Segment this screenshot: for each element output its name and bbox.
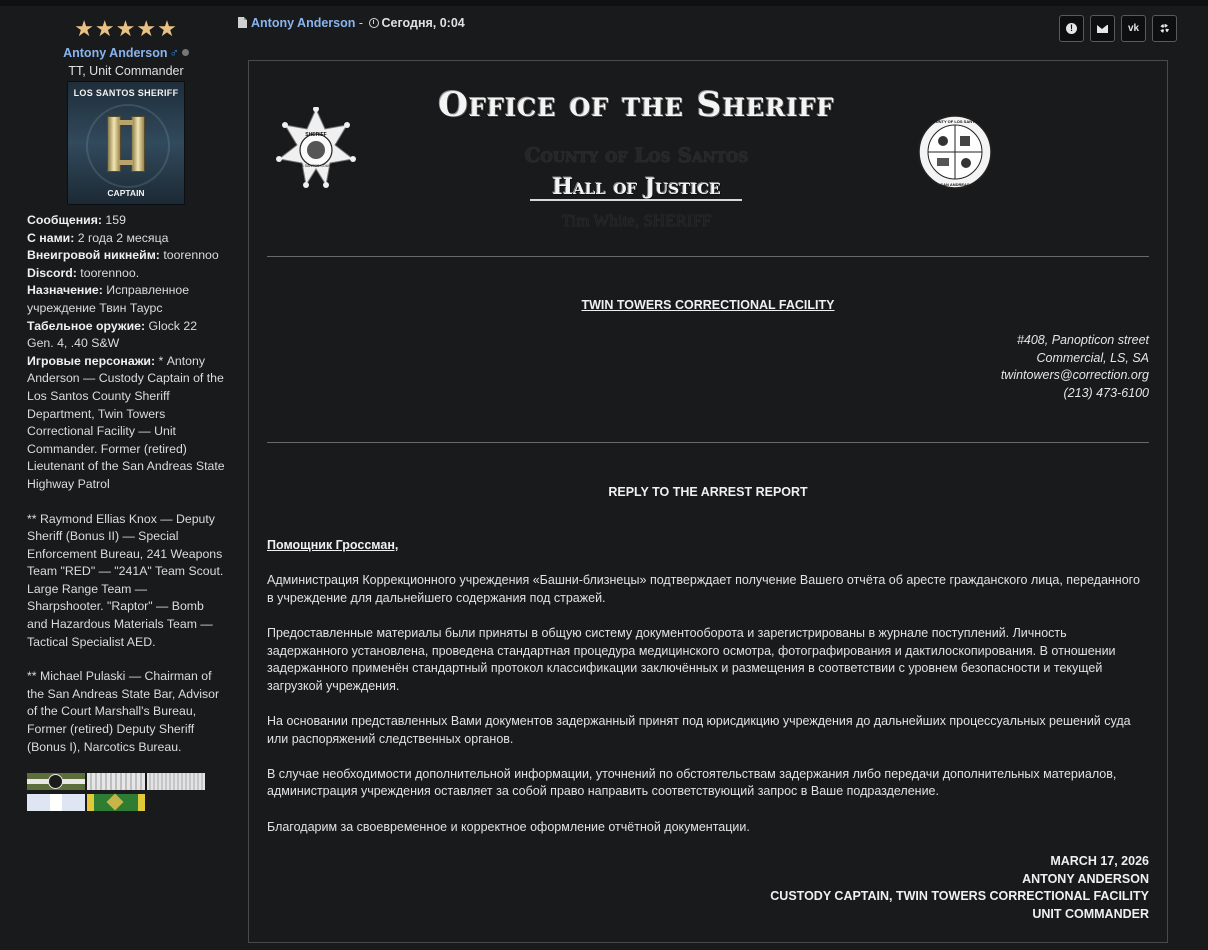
report-icon: ! — [1066, 23, 1077, 34]
stat-label: Назначение: — [27, 283, 103, 298]
report-button[interactable]: ! — [1059, 15, 1084, 42]
address-phone: (213) 473-6100 — [1063, 385, 1149, 400]
address-email: twintowers@correction.org — [1000, 368, 1149, 383]
sheriff-star-icon: SHERIFF LOS SANTOS COUNTY — [276, 107, 356, 188]
reputation-stars: ★★★★★ — [74, 16, 178, 41]
facility-address: #408, Panopticon street Commercial, LS, … — [1001, 332, 1149, 402]
gear-icon — [1160, 24, 1169, 33]
document-frame: SHERIFF LOS SANTOS COUNTY Office of the … — [248, 60, 1168, 943]
stat-label: С нами: — [27, 230, 75, 245]
letter-paragraph: Администрация Коррекционного учреждения … — [267, 573, 1140, 605]
reply-title: REPLY TO THE ARREST REPORT — [608, 485, 808, 499]
post-author-link[interactable]: Antony Anderson — [251, 16, 355, 30]
online-status-icon — [181, 49, 189, 56]
letter-paragraph: В случае необходимости дополнительной ин… — [267, 766, 1117, 799]
seal-top-text: COUNTY OF LOS SANTOS — [930, 119, 981, 124]
stat-row: Сообщения: 159 — [27, 212, 227, 230]
award-ribbons — [27, 773, 234, 813]
facility-name: TWIN TOWERS CORRECTIONAL FACILITY — [581, 298, 835, 312]
ribbon-icon[interactable] — [87, 794, 145, 812]
ribbon-icon[interactable] — [87, 773, 145, 791]
signature-position: CUSTODY CAPTAIN, TWIN TOWERS CORRECTIONA… — [770, 889, 1149, 904]
letterhead-county: County of Los Santos — [524, 143, 749, 167]
stat-value: toorennoo. — [76, 265, 140, 280]
stat-label: Discord: — [27, 265, 77, 280]
stat-row: Игровые персонажи: * Antony Anderson — C… — [27, 353, 227, 494]
stat-label: Табельное оружие: — [27, 318, 146, 333]
letterhead-sheriff: Tim White, SHERIFF — [561, 211, 712, 230]
ribbon-icon[interactable] — [27, 773, 85, 791]
post-separator: - — [355, 16, 367, 30]
letter-paragraph: Предоставленные материалы были приняты в… — [267, 625, 1116, 693]
divider — [267, 442, 1149, 443]
signature-name: ANTONY ANDERSON — [1022, 871, 1149, 886]
post-actions: ! vk — [1059, 15, 1177, 42]
ribbon-icon[interactable] — [27, 794, 85, 812]
stat-row: Назначение: Исправленное учреждение Твин… — [27, 282, 227, 317]
address-line: #408, Panopticon street — [1016, 333, 1149, 347]
ribbon-row — [27, 773, 234, 792]
ribbon-row — [27, 794, 234, 813]
letterhead: SHERIFF LOS SANTOS COUNTY Office of the … — [249, 61, 1167, 251]
user-sidebar: ★★★★★ Antony Anderson ♂ TT, Unit Commande… — [18, 18, 234, 815]
letter-signature: MARCH 17, 2026 ANTONY ANDERSON CUSTODY C… — [770, 853, 1149, 923]
hall-underline — [530, 199, 742, 201]
stat-value: toorennoo — [159, 248, 219, 263]
avatar[interactable]: LOS SANTOS SHERIFF CAPTAIN — [67, 81, 185, 205]
stat-row: Внеигровой никнейм: toorennoo — [27, 247, 227, 265]
top-strip — [0, 0, 1208, 6]
settings-button[interactable] — [1152, 15, 1177, 42]
male-icon: ♂ — [169, 46, 179, 60]
stat-row: С нами: 2 года 2 месяца — [27, 230, 227, 248]
avatar-top-text: LOS SANTOS SHERIFF — [73, 88, 179, 98]
address-line: Commercial, LS, SA — [1036, 350, 1149, 365]
stat-value: * Antony Anderson — Custody Captain of t… — [27, 353, 225, 491]
captain-bar-connector — [119, 160, 133, 165]
username-row: Antony Anderson ♂ — [18, 46, 234, 60]
letterhead-hall: Hall of Justice — [552, 174, 721, 200]
letter-body: Помощник Гроссман, Администрация Коррекц… — [267, 537, 1149, 854]
captain-bar-connector — [119, 120, 133, 125]
user-title: TT, Unit Commander — [68, 64, 184, 78]
character-entry: ** Raymond Ellias Knox — Deputy Sheriff … — [27, 511, 224, 649]
post-date[interactable]: Сегодня, 0:04 — [382, 16, 465, 30]
stat-row: Табельное оружие: Glock 22 Gen. 4, .40 S… — [27, 318, 227, 353]
post-header: Antony Anderson - Сегодня, 0:04 — [238, 16, 465, 30]
vk-icon: vk — [1127, 23, 1140, 34]
vk-button[interactable]: vk — [1121, 15, 1146, 42]
letterhead-title: Office of the Sheriff — [438, 85, 835, 125]
letter-greeting: Помощник Гроссман, — [267, 538, 399, 552]
letter-paragraph: Благодарим за своевременное и корректное… — [267, 819, 750, 834]
badge-bottom-text: LOS SANTOS COUNTY — [296, 164, 336, 168]
seal-bottom-text: SAN ANDREAS — [940, 182, 970, 187]
badge-top-text: SHERIFF — [305, 132, 326, 138]
signature-date: MARCH 17, 2026 — [1050, 854, 1149, 868]
stat-value: 2 года 2 месяца — [74, 230, 169, 245]
county-seal-icon: COUNTY OF LOS SANTOS SAN ANDREAS — [918, 115, 992, 189]
letter-paragraph: На основании представленных Вами докумен… — [267, 713, 1131, 746]
divider — [267, 256, 1149, 257]
captain-bar-icon — [131, 116, 145, 172]
stat-row: Discord: toorennoo. — [27, 265, 227, 283]
character-entry: ** Michael Pulaski — Chairman of the San… — [27, 669, 220, 754]
user-stats: Сообщения: 159 С нами: 2 года 2 месяца В… — [27, 212, 227, 756]
message-button[interactable] — [1090, 15, 1115, 42]
stat-label: Внеигровой никнейм: — [27, 248, 160, 263]
document-icon — [238, 17, 247, 28]
avatar-seal-icon — [86, 104, 170, 188]
signature-role: UNIT COMMANDER — [1032, 906, 1149, 921]
stat-label: Игровые персонажи: — [27, 353, 156, 368]
ribbon-icon[interactable] — [147, 773, 205, 791]
envelope-icon — [1097, 24, 1108, 33]
clock-icon — [368, 18, 379, 28]
username-link[interactable]: Antony Anderson — [63, 46, 167, 60]
stat-value: 159 — [101, 213, 126, 227]
avatar-bottom-text: CAPTAIN — [107, 188, 145, 198]
stat-label: Сообщения: — [27, 213, 102, 227]
